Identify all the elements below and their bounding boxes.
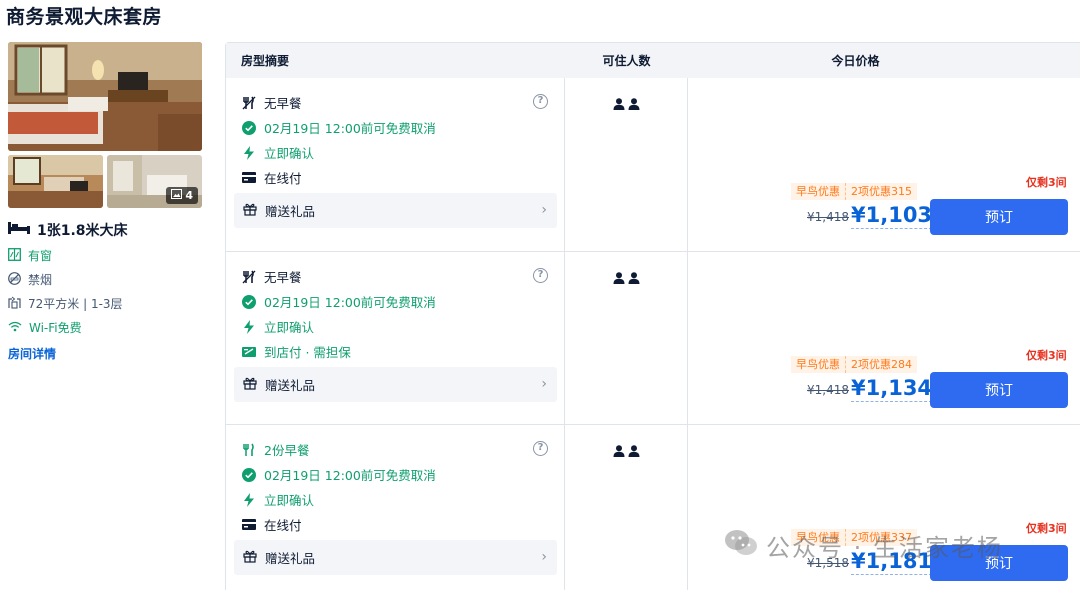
facility-area: 72平方米 | 1-3层 [8,295,204,312]
rooms-left-badge: 仅剩3间 [1026,176,1067,189]
current-price[interactable]: ¥1,134 [851,375,933,402]
promo-early-bird: 早鸟优惠 [791,529,845,546]
room-title: 商务景观大床套房 [6,6,163,28]
current-price[interactable]: ¥1,103 [851,202,933,229]
book-button[interactable]: 预订 [930,199,1068,235]
no-smoking-icon [8,271,21,288]
header-price: 今日价格 [831,54,880,68]
facility-wifi: Wi-Fi免费 [8,319,204,336]
current-price[interactable]: ¥1,181 [851,548,933,575]
table-header: 房型摘要 可住人数 今日价格 [226,43,1080,78]
promo-tags[interactable]: 早鸟优惠 2项优惠315 [791,183,917,200]
promo-discount: 2项优惠284 [845,356,917,373]
rooms-left-badge: 仅剩3间 [1026,349,1067,362]
header-summary: 房型摘要 [241,54,290,68]
wifi-icon [8,321,22,335]
promo-discount: 2项优惠315 [845,183,917,200]
price-block: 仅剩3间 早鸟优惠 2项优惠284 ¥1,418 ¥1,134 预订 [225,250,1080,423]
promo-tags[interactable]: 早鸟优惠 2项优惠284 [791,356,917,373]
room-info-panel: 4 1张1.8米大床 有窗 禁烟 72平方米 | 1-3层 Wi-Fi免费 房间… [8,42,204,362]
room-photo-main[interactable] [8,42,202,151]
bed-info: 1张1.8米大床 [8,220,204,240]
original-price: ¥1,418 [807,383,849,397]
price-block: 仅剩3间 早鸟优惠 2项优惠315 ¥1,418 ¥1,103 预订 [225,77,1080,250]
facility-nosmoking: 禁烟 [8,271,204,288]
photo-count-badge[interactable]: 4 [166,187,198,204]
book-button[interactable]: 预订 [930,372,1068,408]
bed-label: 1张1.8米大床 [37,223,128,239]
price-block: 仅剩3间 早鸟优惠 2项优惠337 ¥1,518 ¥1,181 预订 [225,423,1080,590]
room-detail-link[interactable]: 房间详情 [8,345,204,362]
header-guests: 可住人数 [602,54,651,68]
promo-discount: 2项优惠337 [845,529,917,546]
promo-early-bird: 早鸟优惠 [791,183,845,200]
bed-icon [8,222,30,238]
promo-tags[interactable]: 早鸟优惠 2项优惠337 [791,529,917,546]
window-icon [8,247,21,264]
area-icon [8,296,21,312]
promo-early-bird: 早鸟优惠 [791,356,845,373]
facility-window: 有窗 [8,247,204,264]
room-photo-thumb[interactable]: 4 [107,155,202,208]
rooms-left-badge: 仅剩3间 [1026,522,1067,535]
original-price: ¥1,418 [807,210,849,224]
original-price: ¥1,518 [807,556,849,570]
room-photo-thumb[interactable] [8,155,103,208]
book-button[interactable]: 预订 [930,545,1068,581]
image-icon [171,189,183,202]
